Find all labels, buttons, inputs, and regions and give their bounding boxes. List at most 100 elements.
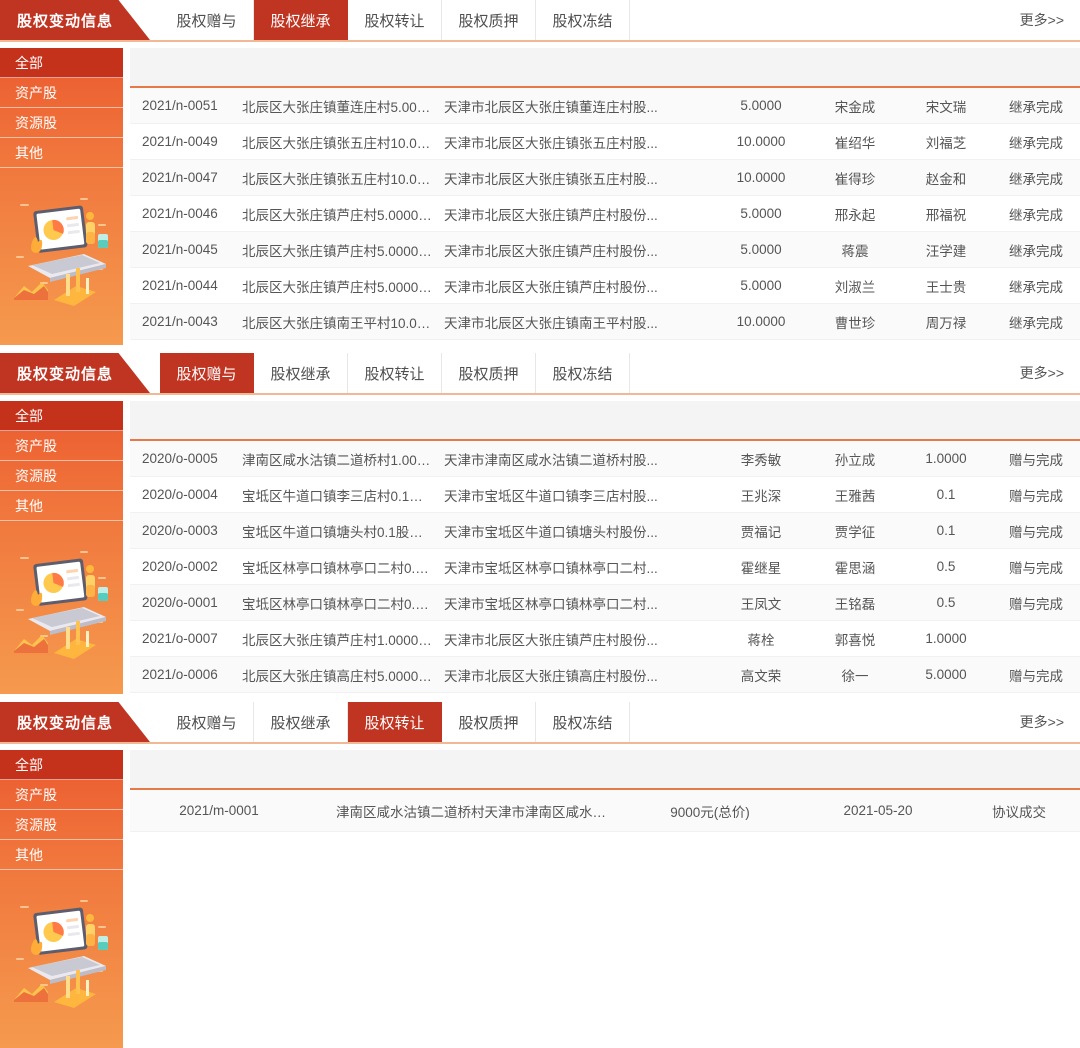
tab-equity-gift[interactable]: 股权赠与: [160, 0, 254, 40]
status: 继承完成: [992, 204, 1080, 224]
table-row[interactable]: 2020/o-0001 宝坻区林亭口镇林亭口二村0.5股股权赠与... 天津市宝…: [130, 585, 1080, 621]
sidebar-item-all[interactable]: 全部: [0, 750, 123, 780]
table-row[interactable]: 2020/o-0005 津南区咸水沽镇二道桥村1.0000股股权赠... 天津市…: [130, 441, 1080, 477]
more-link[interactable]: 更多>>: [1020, 353, 1080, 393]
project-id: 2020/o-0003: [130, 523, 242, 538]
project-name: 宝坻区林亭口镇林亭口二村0.5股股权赠与...: [242, 557, 444, 577]
share-quantity: 0.5: [900, 559, 992, 574]
table-row[interactable]: 2021/o-0007 北辰区大张庄镇芦庄村1.0000股股权赠与... 天津市…: [130, 621, 1080, 657]
tab-equity-freeze[interactable]: 股权冻结: [536, 702, 630, 742]
table-row[interactable]: 2021/n-0051 北辰区大张庄镇董连庄村5.0000股股权继... 天津市…: [130, 88, 1080, 124]
table-row[interactable]: 2021/n-0044 北辰区大张庄镇芦庄村5.0000股股权继承... 天津市…: [130, 268, 1080, 304]
table-row[interactable]: 2021/o-0006 北辰区大张庄镇高庄村5.0000股股权赠与... 天津市…: [130, 657, 1080, 693]
more-link[interactable]: 更多>>: [1020, 702, 1080, 742]
table-row[interactable]: 2020/o-0003 宝坻区牛道口镇塘头村0.1股股权赠与项目 天津市宝坻区牛…: [130, 513, 1080, 549]
heir: 刘福芝: [900, 132, 992, 152]
tab-equity-gift[interactable]: 股权赠与: [160, 353, 254, 393]
project-id: 2021/n-0051: [130, 98, 242, 113]
project-id: 2021/n-0046: [130, 206, 242, 221]
recipient: 霍思涵: [810, 557, 900, 577]
sidebar-item-resource-shares[interactable]: 资源股: [0, 461, 123, 491]
table-row[interactable]: 2021/n-0043 北辰区大张庄镇南王平村10.0000股股权继... 天津…: [130, 304, 1080, 340]
sidebar-item-asset-shares[interactable]: 资产股: [0, 780, 123, 810]
tab-equity-transfer[interactable]: 股权转让: [348, 702, 442, 742]
tab-equity-inheritance[interactable]: 股权继承: [254, 702, 348, 742]
status: 继承完成: [992, 276, 1080, 296]
village-org: 天津市北辰区大张庄镇董连庄村股...: [444, 96, 712, 116]
tab-equity-transfer[interactable]: 股权转让: [348, 353, 442, 393]
project-name: 北辰区大张庄镇张五庄村10.0000股股权继...: [242, 132, 444, 152]
recipient: 郭喜悦: [810, 629, 900, 649]
status: 继承完成: [992, 312, 1080, 332]
sidebar-item-all[interactable]: 全部: [0, 401, 123, 431]
village-org: 天津市宝坻区牛道口镇李三店村股...: [444, 485, 712, 505]
panel-equity-inheritance: 股权变动信息 股权赠与股权继承股权转让股权质押股权冻结 更多>> 全部资产股资源…: [0, 0, 1080, 345]
project-id: 2021/o-0007: [130, 631, 242, 646]
share-quantity: 5.0000: [712, 98, 810, 113]
table-body: 2020/o-0005 津南区咸水沽镇二道桥村1.0000股股权赠... 天津市…: [130, 441, 1080, 693]
table-row[interactable]: 2020/o-0004 宝坻区牛道口镇李三店村0.1股股权赠与项目 天津市宝坻区…: [130, 477, 1080, 513]
table-row[interactable]: 2021/n-0049 北辰区大张庄镇张五庄村10.0000股股权继... 天津…: [130, 124, 1080, 160]
tabbar: 股权变动信息 股权赠与股权继承股权转让股权质押股权冻结 更多>>: [0, 353, 1080, 395]
tab-equity-pledge[interactable]: 股权质押: [442, 0, 536, 40]
sidebar-item-other[interactable]: 其他: [0, 840, 123, 870]
sidebar-item-other[interactable]: 其他: [0, 138, 123, 168]
decedent: 邢永起: [810, 204, 900, 224]
recipient: 孙立成: [810, 449, 900, 469]
table-row[interactable]: 2021/n-0047 北辰区大张庄镇张五庄村10.0000股股权继... 天津…: [130, 160, 1080, 196]
panel-content: 全部资产股资源股其他: [0, 750, 1080, 1048]
project-name: 北辰区大张庄镇张五庄村10.0000股股权继...: [242, 168, 444, 188]
decedent: 蒋震: [810, 240, 900, 260]
village-org: 天津市宝坻区林亭口镇林亭口二村...: [444, 593, 712, 613]
recipient: 贾学征: [810, 521, 900, 541]
transfer-table: 2021/m-0001 津南区咸水沽镇二道桥村天津市津南区咸水沽镇二道桥村股份经…: [130, 750, 1080, 1048]
decedent: 宋金成: [810, 96, 900, 116]
recipient: 王雅茜: [810, 485, 900, 505]
village-org: 天津市津南区咸水沽镇二道桥村股...: [444, 449, 712, 469]
sidebar-item-resource-shares[interactable]: 资源股: [0, 108, 123, 138]
heir: 周万禄: [900, 312, 992, 332]
tab-equity-pledge[interactable]: 股权质押: [442, 353, 536, 393]
panel-equity-gift: 股权变动信息 股权赠与股权继承股权转让股权质押股权冻结 更多>> 全部资产股资源…: [0, 353, 1080, 694]
project-name: 北辰区大张庄镇芦庄村1.0000股股权赠与...: [242, 629, 444, 649]
tab-equity-gift[interactable]: 股权赠与: [160, 702, 254, 742]
sidebar-item-resource-shares[interactable]: 资源股: [0, 810, 123, 840]
project-name: 北辰区大张庄镇芦庄村5.0000股股权继承...: [242, 276, 444, 296]
decedent: 崔绍华: [810, 132, 900, 152]
category-sidebar: 全部资产股资源股其他: [0, 401, 123, 694]
heir: 宋文瑞: [900, 96, 992, 116]
table-row[interactable]: 2021/n-0045 北辰区大张庄镇芦庄村5.0000股股权继承... 天津市…: [130, 232, 1080, 268]
project-id: 2021/o-0006: [130, 667, 242, 682]
project-name: 北辰区大张庄镇芦庄村5.0000股股权继承...: [242, 240, 444, 260]
table-row[interactable]: 2020/o-0002 宝坻区林亭口镇林亭口二村0.5股股权赠与... 天津市宝…: [130, 549, 1080, 585]
table-row[interactable]: 2021/n-0046 北辰区大张庄镇芦庄村5.0000股股权继承... 天津市…: [130, 196, 1080, 232]
tab-equity-transfer[interactable]: 股权转让: [348, 0, 442, 40]
village-org: 天津市北辰区大张庄镇张五庄村股...: [444, 132, 712, 152]
table-body: 2021/m-0001 津南区咸水沽镇二道桥村天津市津南区咸水沽镇二道桥村股份经…: [130, 790, 1080, 832]
panel-content: 全部资产股资源股其他: [0, 48, 1080, 345]
tab-equity-pledge[interactable]: 股权质押: [442, 702, 536, 742]
share-quantity: 5.0000: [712, 242, 810, 257]
page: 股权变动信息 股权赠与股权继承股权转让股权质押股权冻结 更多>> 全部资产股资源…: [0, 0, 1080, 1048]
donor: 贾福记: [712, 521, 810, 541]
project-name: 津南区咸水沽镇二道桥村天津市津南区咸水沽镇二道桥村股份经...: [308, 801, 622, 821]
tab-equity-inheritance[interactable]: 股权继承: [254, 353, 348, 393]
sidebar-item-other[interactable]: 其他: [0, 491, 123, 521]
tab-equity-freeze[interactable]: 股权冻结: [536, 353, 630, 393]
status: 赠与完成: [992, 449, 1080, 469]
project-name: 宝坻区牛道口镇李三店村0.1股股权赠与项目: [242, 485, 444, 505]
sidebar-item-asset-shares[interactable]: 资产股: [0, 431, 123, 461]
status: 协议成交: [958, 801, 1080, 821]
village-org: 天津市宝坻区牛道口镇塘头村股份...: [444, 521, 712, 541]
category-sidebar: 全部资产股资源股其他: [0, 750, 123, 1048]
sidebar-item-asset-shares[interactable]: 资产股: [0, 78, 123, 108]
more-link[interactable]: 更多>>: [1020, 0, 1080, 40]
sidebar-item-all[interactable]: 全部: [0, 48, 123, 78]
tab-equity-freeze[interactable]: 股权冻结: [536, 0, 630, 40]
category-sidebar: 全部资产股资源股其他: [0, 48, 123, 345]
tab-equity-inheritance[interactable]: 股权继承: [254, 0, 348, 40]
status: 继承完成: [992, 240, 1080, 260]
status: 赠与完成: [992, 557, 1080, 577]
village-org: 天津市北辰区大张庄镇芦庄村股份...: [444, 204, 712, 224]
table-row[interactable]: 2021/m-0001 津南区咸水沽镇二道桥村天津市津南区咸水沽镇二道桥村股份经…: [130, 790, 1080, 832]
